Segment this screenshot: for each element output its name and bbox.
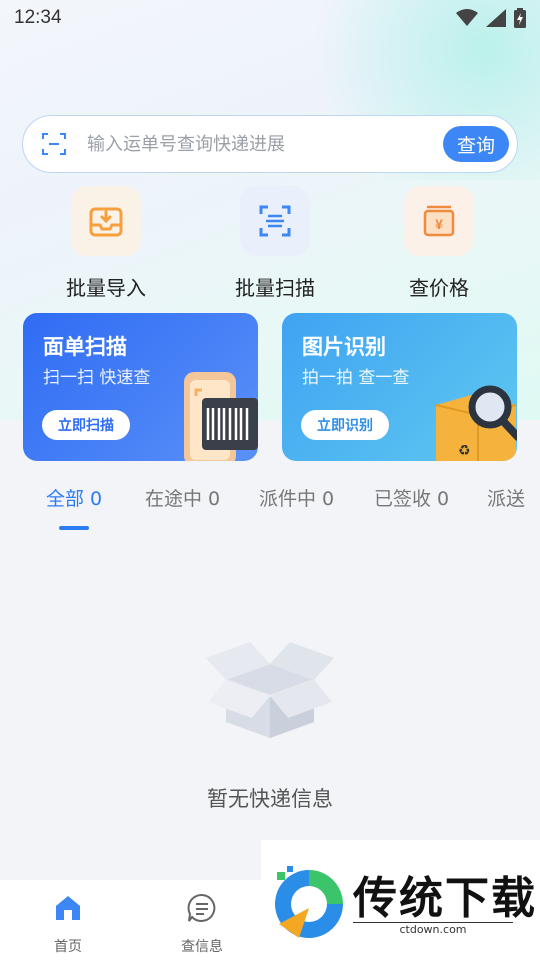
batch-scan-button[interactable]: 批量扫描	[210, 186, 340, 301]
scan-icon[interactable]	[41, 131, 67, 157]
batch-scan-label: 批量扫描	[235, 276, 315, 300]
batch-import-button[interactable]: 批量导入	[41, 186, 171, 301]
image-recognition-card[interactable]: 图片识别 拍一拍 查一查 立即识别 ♻	[282, 313, 517, 461]
image-recognition-subtitle: 拍一拍 查一查	[302, 368, 410, 388]
tab-all[interactable]: 全部 0	[46, 484, 102, 511]
nav-home-label: 首页	[54, 939, 82, 955]
phone-barcode-icon	[184, 372, 258, 461]
empty-state-text: 暂无快递信息	[207, 787, 333, 811]
nav-check-info[interactable]: 查信息	[162, 892, 242, 956]
tab-in-transit[interactable]: 在途中 0	[145, 484, 220, 511]
tab-delivering[interactable]: 派件中 0	[259, 484, 334, 511]
image-recognition-title: 图片识别	[302, 335, 386, 359]
waybill-scan-subtitle: 扫一扫 快速查	[43, 368, 151, 388]
status-time: 12:34	[14, 7, 62, 28]
status-bar: 12:34	[0, 0, 540, 36]
svg-text:¥: ¥	[435, 216, 443, 232]
watermark: 传统下载 ctdown.com	[261, 840, 540, 960]
price-icon: ¥	[404, 186, 474, 256]
scan-icon	[240, 186, 310, 256]
home-icon	[56, 896, 80, 920]
svg-text:♻: ♻	[458, 443, 471, 459]
tab-dispatch[interactable]: 派送	[487, 484, 525, 511]
search-bar: 查询	[22, 115, 518, 173]
recognize-now-button[interactable]: 立即识别	[301, 410, 389, 440]
waybill-scan-card[interactable]: 面单扫描 扫一扫 快速查 立即扫描	[23, 313, 258, 461]
signal-icon	[486, 9, 506, 27]
status-tabs: 全部 0 在途中 0 派件中 0 已签收 0 派送	[0, 478, 540, 534]
search-input[interactable]	[87, 133, 443, 155]
batch-import-label: 批量导入	[66, 276, 146, 300]
quick-actions: 批量导入 批量扫描 ¥ 查价格	[0, 186, 540, 301]
waybill-scan-title: 面单扫描	[43, 335, 127, 359]
battery-icon	[514, 8, 526, 28]
watermark-title: 传统下载	[353, 873, 537, 924]
check-price-button[interactable]: ¥ 查价格	[374, 186, 504, 301]
nav-check-info-label: 查信息	[181, 939, 223, 955]
package-magnifier-icon: ♻	[435, 385, 517, 461]
wifi-icon	[456, 9, 478, 26]
watermark-url: ctdown.com	[353, 922, 513, 936]
active-tab-indicator	[59, 526, 89, 530]
check-price-label: 查价格	[409, 276, 469, 300]
inbox-import-icon	[71, 186, 141, 256]
query-button[interactable]: 查询	[443, 126, 509, 162]
tab-signed[interactable]: 已签收 0	[374, 484, 449, 511]
empty-box-icon	[206, 642, 334, 738]
status-icons	[456, 8, 526, 28]
message-icon	[187, 893, 216, 922]
scan-now-button[interactable]: 立即扫描	[42, 410, 130, 440]
nav-home[interactable]: 首页	[28, 892, 108, 956]
watermark-logo-icon	[275, 866, 343, 938]
